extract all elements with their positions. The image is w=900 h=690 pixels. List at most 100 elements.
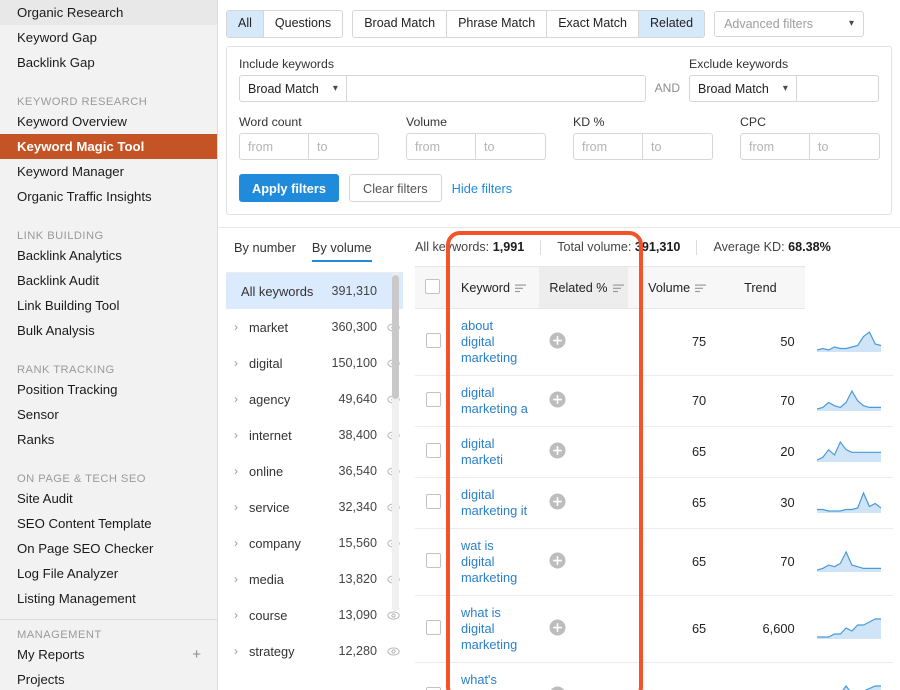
group-row[interactable]: › digital 150,100 bbox=[226, 345, 403, 381]
sidebar-item-seo-content-template[interactable]: SEO Content Template bbox=[0, 511, 217, 536]
table-header-row: Keyword Related % Volume Trend bbox=[415, 266, 893, 309]
row-checkbox[interactable] bbox=[425, 493, 441, 509]
exclude-keywords-input[interactable] bbox=[796, 75, 879, 102]
cpc-from-input[interactable] bbox=[740, 133, 810, 160]
eye-icon[interactable] bbox=[383, 645, 403, 658]
sidebar-item-organic-traffic-insights[interactable]: Organic Traffic Insights bbox=[0, 184, 217, 209]
group-label: media bbox=[249, 571, 284, 587]
sidebar-item-link-building-tool[interactable]: Link Building Tool bbox=[0, 293, 217, 318]
group-row[interactable]: › course 13,090 bbox=[226, 597, 403, 633]
chevron-right-icon[interactable]: › bbox=[234, 356, 249, 370]
group-row[interactable]: › market 360,300 bbox=[226, 309, 403, 345]
sidebar-item-keyword-overview[interactable]: Keyword Overview bbox=[0, 109, 217, 134]
clear-filters-button[interactable]: Clear filters bbox=[348, 174, 442, 202]
keyword-link[interactable]: what's digital marketing bbox=[461, 672, 529, 690]
row-checkbox[interactable] bbox=[425, 332, 441, 348]
word-count-to-input[interactable] bbox=[309, 133, 379, 160]
keyword-link[interactable]: digital marketing it bbox=[461, 487, 529, 519]
add-to-list-icon[interactable] bbox=[549, 686, 566, 690]
sidebar-item-on-page-seo-checker[interactable]: On Page SEO Checker bbox=[0, 536, 217, 561]
group-row[interactable]: › online 36,540 bbox=[226, 453, 403, 489]
sidebar-item-backlink-audit[interactable]: Backlink Audit bbox=[0, 268, 217, 293]
plus-icon[interactable]: + bbox=[192, 647, 207, 662]
volume-from-input[interactable] bbox=[406, 133, 476, 160]
keyword-link[interactable]: digital marketing a bbox=[461, 385, 529, 417]
exclude-match-select[interactable]: Broad Match ▾ bbox=[689, 75, 797, 102]
filter-chip-questions[interactable]: Questions bbox=[263, 11, 343, 37]
volume-to-input[interactable] bbox=[476, 133, 546, 160]
column-header-volume[interactable]: Volume bbox=[627, 266, 717, 309]
row-checkbox[interactable] bbox=[425, 442, 441, 458]
include-match-select[interactable]: Broad Match ▾ bbox=[239, 75, 347, 102]
kd-from-input[interactable] bbox=[573, 133, 643, 160]
sidebar-item-position-tracking[interactable]: Position Tracking bbox=[0, 377, 217, 402]
sidebar-item-log-file-analyzer[interactable]: Log File Analyzer bbox=[0, 561, 217, 586]
sidebar-item-my-reports[interactable]: My Reports + bbox=[0, 642, 217, 667]
row-checkbox[interactable] bbox=[425, 552, 441, 568]
keyword-link[interactable]: digital marketi bbox=[461, 436, 529, 468]
sidebar-item-backlink-analytics[interactable]: Backlink Analytics bbox=[0, 243, 217, 268]
filter-chip-related[interactable]: Related bbox=[638, 11, 705, 37]
group-row[interactable]: › strategy 12,280 bbox=[226, 633, 403, 669]
group-row[interactable]: › company 15,560 bbox=[226, 525, 403, 561]
sidebar-item-keyword-gap[interactable]: Keyword Gap bbox=[0, 25, 217, 50]
sidebar-item-organic-research[interactable]: Organic Research bbox=[0, 0, 217, 25]
chevron-right-icon[interactable]: › bbox=[234, 608, 249, 622]
cpc-to-input[interactable] bbox=[810, 133, 880, 160]
chevron-right-icon[interactable]: › bbox=[234, 464, 249, 478]
group-row[interactable]: › media 13,820 bbox=[226, 561, 403, 597]
filter-chip-all[interactable]: All bbox=[227, 11, 264, 37]
include-keywords-input[interactable] bbox=[346, 75, 646, 102]
add-to-list-icon[interactable] bbox=[549, 619, 566, 636]
match-chip-group-primary: All Questions bbox=[226, 10, 344, 38]
groups-scrollbar-thumb[interactable] bbox=[392, 275, 399, 399]
add-to-list-icon[interactable] bbox=[549, 442, 566, 459]
filter-chip-exact-match[interactable]: Exact Match bbox=[547, 11, 639, 37]
keyword-link[interactable]: wat is digital marketing bbox=[461, 538, 529, 586]
sidebar-item-listing-management[interactable]: Listing Management bbox=[0, 586, 217, 611]
apply-filters-button[interactable]: Apply filters bbox=[239, 174, 339, 202]
group-row-all-keywords[interactable]: All keywords 391,310 bbox=[226, 273, 403, 309]
group-row[interactable]: › agency 49,640 bbox=[226, 381, 403, 417]
row-checkbox[interactable] bbox=[425, 619, 441, 635]
chevron-right-icon[interactable]: › bbox=[234, 320, 249, 334]
sidebar-item-ranks[interactable]: Ranks bbox=[0, 427, 217, 452]
sidebar-item-projects[interactable]: Projects bbox=[0, 667, 217, 690]
sidebar-item-site-audit[interactable]: Site Audit bbox=[0, 486, 217, 511]
filter-chip-phrase-match[interactable]: Phrase Match bbox=[447, 11, 548, 37]
column-header-related[interactable]: Related % bbox=[539, 266, 628, 309]
sidebar-item-keyword-manager[interactable]: Keyword Manager bbox=[0, 159, 217, 184]
chevron-right-icon[interactable]: › bbox=[234, 644, 249, 658]
group-row[interactable]: › service 32,340 bbox=[226, 489, 403, 525]
advanced-filters-dropdown[interactable]: Advanced filters ▾ bbox=[714, 11, 865, 37]
group-tab-by-volume[interactable]: By volume bbox=[311, 240, 372, 262]
sort-icon[interactable] bbox=[690, 281, 707, 295]
group-volume: 15,560 bbox=[338, 536, 377, 550]
hide-filters-link[interactable]: Hide filters bbox=[452, 181, 512, 196]
keyword-link[interactable]: about digital marketing bbox=[461, 318, 529, 366]
row-checkbox[interactable] bbox=[425, 391, 441, 407]
sidebar-item-keyword-magic-tool[interactable]: Keyword Magic Tool bbox=[0, 134, 217, 159]
chevron-right-icon[interactable]: › bbox=[234, 428, 249, 442]
add-to-list-icon[interactable] bbox=[549, 332, 566, 349]
group-tab-by-number[interactable]: By number bbox=[234, 240, 296, 262]
sort-icon[interactable] bbox=[510, 281, 526, 295]
kd-to-input[interactable] bbox=[643, 133, 713, 160]
add-to-list-icon[interactable] bbox=[549, 552, 566, 569]
add-to-list-icon[interactable] bbox=[549, 493, 566, 510]
keyword-link[interactable]: what is digital marketing bbox=[461, 605, 529, 653]
chevron-right-icon[interactable]: › bbox=[234, 536, 249, 550]
column-header-keyword[interactable]: Keyword bbox=[451, 266, 540, 309]
sort-icon[interactable] bbox=[608, 281, 624, 295]
sidebar-item-sensor[interactable]: Sensor bbox=[0, 402, 217, 427]
filter-chip-broad-match[interactable]: Broad Match bbox=[353, 11, 448, 37]
add-to-list-icon[interactable] bbox=[549, 391, 566, 408]
select-all-checkbox[interactable] bbox=[425, 278, 440, 294]
sidebar-item-backlink-gap[interactable]: Backlink Gap bbox=[0, 50, 217, 75]
chevron-right-icon[interactable]: › bbox=[234, 500, 249, 514]
sidebar-item-bulk-analysis[interactable]: Bulk Analysis bbox=[0, 318, 217, 343]
chevron-right-icon[interactable]: › bbox=[234, 572, 249, 586]
word-count-from-input[interactable] bbox=[239, 133, 309, 160]
group-row[interactable]: › internet 38,400 bbox=[226, 417, 403, 453]
chevron-right-icon[interactable]: › bbox=[234, 392, 249, 406]
